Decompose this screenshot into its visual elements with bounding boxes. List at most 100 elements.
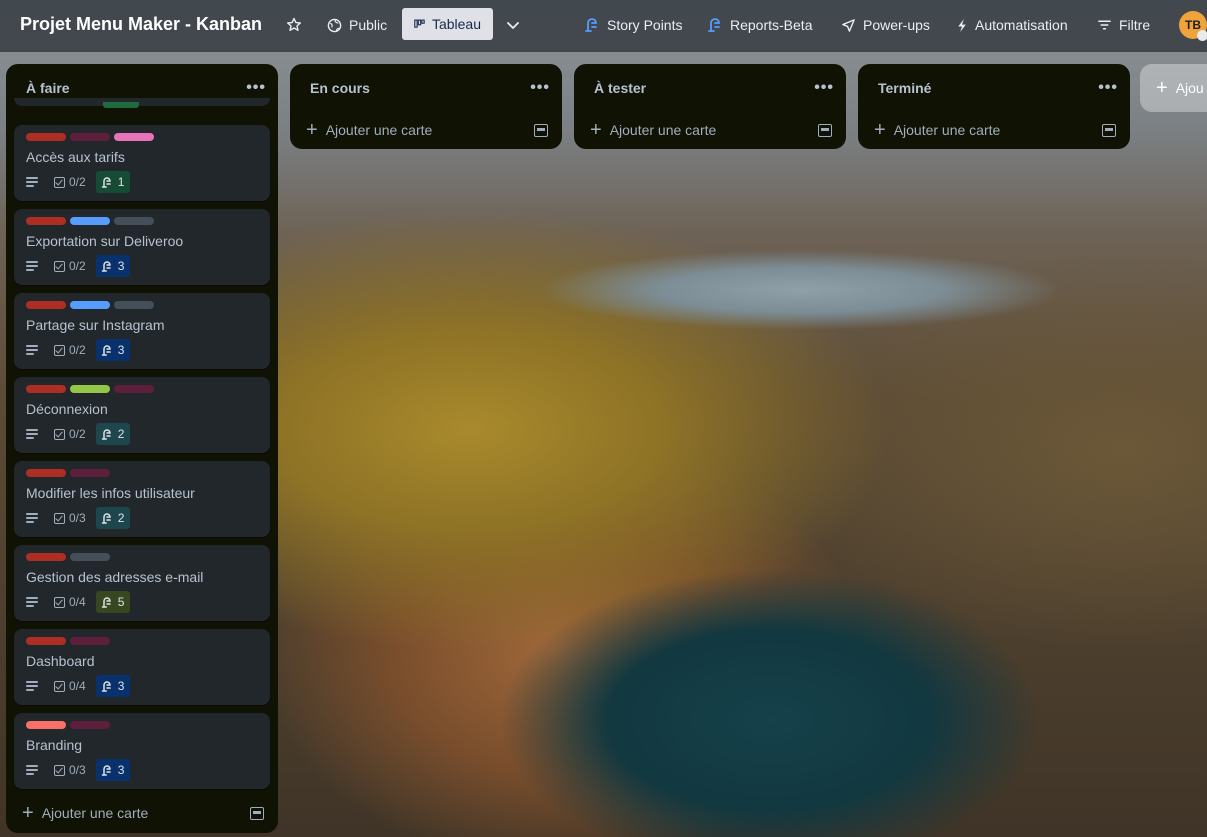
card[interactable]: Branding 0/3 3 — [14, 713, 270, 789]
list-menu-icon[interactable]: ••• — [530, 80, 550, 96]
list-to-test: À tester ••• + Ajouter une carte — [574, 64, 846, 149]
checklist-count: 0/2 — [69, 427, 86, 441]
card-template-icon[interactable] — [250, 806, 264, 820]
reports-button[interactable]: Reports-Beta — [707, 9, 812, 41]
card-label[interactable] — [114, 301, 154, 309]
card[interactable]: Dashboard 0/4 3 — [14, 629, 270, 705]
add-card-button[interactable]: + Ajouter une carte — [874, 120, 1000, 140]
story-points-value: 3 — [117, 679, 125, 693]
add-card-row: + Ajouter une carte — [574, 112, 846, 148]
card-label[interactable] — [26, 301, 66, 309]
card-template-icon[interactable] — [534, 123, 548, 137]
card-label[interactable] — [70, 385, 110, 393]
add-card-button[interactable]: + Ajouter une carte — [22, 803, 148, 823]
add-list-button[interactable]: + Ajou — [1140, 64, 1207, 112]
views-dropdown-button[interactable] — [505, 9, 521, 41]
card-label[interactable] — [114, 217, 154, 225]
checklist-count: 0/2 — [69, 175, 86, 189]
card-label[interactable] — [114, 385, 154, 393]
list-title[interactable]: À faire — [26, 80, 70, 96]
card-label[interactable] — [70, 133, 110, 141]
visibility-button[interactable]: Public — [327, 9, 387, 41]
story-points-value: 3 — [117, 343, 125, 357]
story-points-icon — [101, 176, 111, 188]
story-points-label: Story Points — [607, 17, 683, 33]
automation-button[interactable]: Automatisation — [956, 9, 1068, 41]
story-points-button[interactable]: Story Points — [584, 9, 682, 41]
card-label[interactable] — [26, 385, 66, 393]
card-label[interactable] — [70, 469, 110, 477]
add-card-label: Ajouter une carte — [325, 122, 433, 138]
card-label[interactable] — [70, 721, 110, 729]
checklist-count: 0/2 — [69, 343, 86, 357]
story-points-icon — [101, 428, 111, 440]
card-labels — [26, 301, 154, 309]
description-icon — [26, 429, 40, 439]
card-title: Déconnexion — [26, 401, 108, 417]
description-icon — [26, 177, 40, 187]
list-done: Terminé ••• + Ajouter une carte — [858, 64, 1130, 149]
filter-label: Filtre — [1119, 17, 1151, 33]
add-card-button[interactable]: + Ajouter une carte — [306, 120, 432, 140]
globe-icon — [327, 18, 342, 32]
checklist-icon — [54, 764, 65, 776]
card[interactable]: Accès aux tarifs 0/2 1 — [14, 125, 270, 201]
add-card-button[interactable]: + Ajouter une carte — [590, 120, 716, 140]
card-template-icon[interactable] — [1102, 123, 1116, 137]
card-labels — [26, 385, 154, 393]
card[interactable]: Exportation sur Deliveroo 0/2 3 — [14, 209, 270, 285]
visibility-label: Public — [349, 17, 388, 33]
powerups-button[interactable]: Power-ups — [841, 9, 930, 41]
list-menu-icon[interactable]: ••• — [814, 80, 834, 96]
checklist-badge: 0/2 — [54, 427, 86, 441]
card-badges: 0/2 2 — [26, 423, 131, 445]
star-button[interactable] — [286, 9, 302, 41]
list-title[interactable]: En cours — [310, 80, 370, 96]
card-label[interactable] — [70, 637, 110, 645]
checklist-icon — [54, 176, 65, 188]
list-header: Terminé ••• — [858, 64, 1130, 112]
add-card-row: + Ajouter une carte — [6, 795, 278, 831]
add-card-label: Ajouter une carte — [609, 122, 717, 138]
view-switcher-button[interactable]: Tableau — [402, 8, 493, 40]
list-menu-icon[interactable]: ••• — [1098, 80, 1118, 96]
story-points-badge: 3 — [95, 759, 131, 781]
card-label[interactable] — [26, 469, 66, 477]
card-label[interactable] — [26, 553, 66, 561]
card-badges: 0/4 5 — [26, 591, 131, 613]
story-points-value: 3 — [117, 763, 125, 777]
card-label[interactable] — [26, 133, 66, 141]
avatar[interactable]: TB — [1179, 11, 1207, 41]
card-label[interactable] — [114, 133, 154, 141]
card-label[interactable] — [26, 721, 66, 729]
card-label[interactable] — [70, 301, 110, 309]
checklist-badge: 0/3 — [54, 511, 86, 525]
reports-label: Reports-Beta — [730, 17, 813, 33]
card-label[interactable] — [70, 553, 110, 561]
list-title[interactable]: Terminé — [878, 80, 931, 96]
card-labels — [26, 721, 110, 729]
story-points-badge: 3 — [95, 339, 131, 361]
card-badges: 0/4 3 — [26, 675, 131, 697]
plus-icon: + — [590, 119, 602, 141]
card-label[interactable] — [70, 217, 110, 225]
list-title[interactable]: À tester — [594, 80, 646, 96]
story-points-icon — [101, 344, 111, 356]
card-template-icon[interactable] — [818, 123, 832, 137]
card-badges: 0/2 3 — [26, 255, 131, 277]
card[interactable]: Partage sur Instagram 0/2 3 — [14, 293, 270, 369]
checklist-badge: 0/2 — [54, 343, 86, 357]
card[interactable]: Modifier les infos utilisateur 0/3 2 — [14, 461, 270, 537]
card[interactable]: Déconnexion 0/2 2 — [14, 377, 270, 453]
filter-button[interactable]: Filtre — [1097, 9, 1150, 41]
card-label — [103, 102, 139, 108]
story-points-badge: 2 — [95, 507, 131, 529]
card-partial[interactable] — [14, 98, 270, 106]
story-points-value: 2 — [117, 511, 125, 525]
card-label[interactable] — [26, 217, 66, 225]
board-title[interactable]: Projet Menu Maker - Kanban — [20, 14, 262, 35]
card-label[interactable] — [26, 637, 66, 645]
view-label: Tableau — [431, 16, 481, 32]
list-menu-icon[interactable]: ••• — [246, 80, 266, 96]
card[interactable]: Gestion des adresses e-mail 0/4 5 — [14, 545, 270, 621]
